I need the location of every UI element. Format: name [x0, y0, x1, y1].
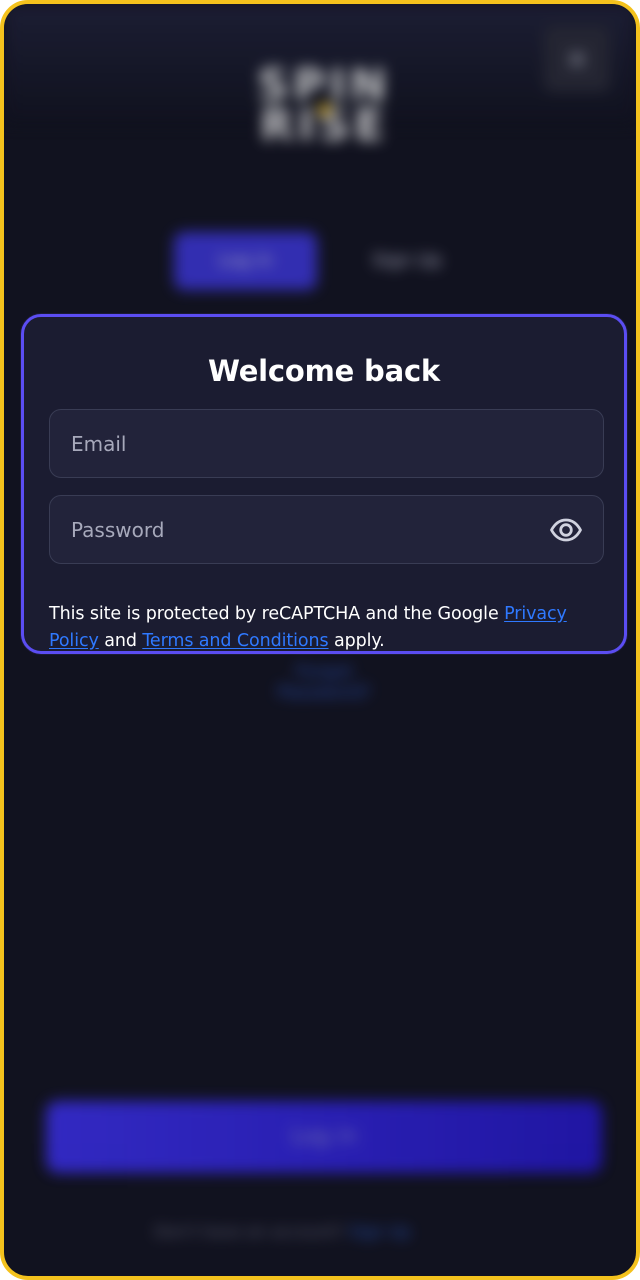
spinrise-logo: SPIN RISE	[234, 60, 414, 161]
show-password-button[interactable]	[549, 515, 583, 545]
password-field-container	[49, 495, 604, 564]
recaptcha-legal-text: This site is protected by reCAPTCHA and …	[49, 601, 609, 655]
tab-log-in[interactable]: Log in	[174, 232, 317, 290]
login-card: Welcome back This site is protected by r…	[21, 314, 627, 654]
email-field-container	[49, 409, 604, 478]
background-header-area	[4, 4, 636, 124]
logo-gold-dot	[318, 103, 331, 116]
legal-suffix: apply.	[328, 630, 385, 651]
logo-bottom-text: RISE	[260, 99, 388, 151]
auth-tabs: Log in Sign Up	[174, 232, 484, 290]
password-field[interactable]	[50, 496, 603, 563]
logo-top-text: SPIN	[257, 60, 391, 111]
terms-and-conditions-link[interactable]: Terms and Conditions	[142, 631, 328, 651]
legal-middle: and	[98, 630, 143, 651]
log-in-button[interactable]: Log in	[46, 1101, 602, 1173]
sign-up-link[interactable]: Sign Up	[349, 1222, 411, 1241]
close-button[interactable]: ×	[544, 26, 610, 92]
eye-icon	[549, 515, 583, 545]
mobile-screen-frame: SPIN RISE × Log in Sign Up Forgot Passwo…	[0, 0, 640, 1280]
tab-sign-up[interactable]: Sign Up	[337, 232, 477, 290]
forgot-password-link[interactable]: Forgot Password?	[259, 661, 389, 703]
close-icon: ×	[565, 42, 589, 75]
signup-prompt-text: Don't have an account?	[154, 1222, 344, 1241]
page-title: Welcome back	[207, 354, 441, 389]
email-field[interactable]	[50, 410, 603, 477]
legal-prefix: This site is protected by reCAPTCHA and …	[49, 603, 505, 624]
signup-prompt: Don't have an account? Sign Up	[154, 1220, 514, 1244]
